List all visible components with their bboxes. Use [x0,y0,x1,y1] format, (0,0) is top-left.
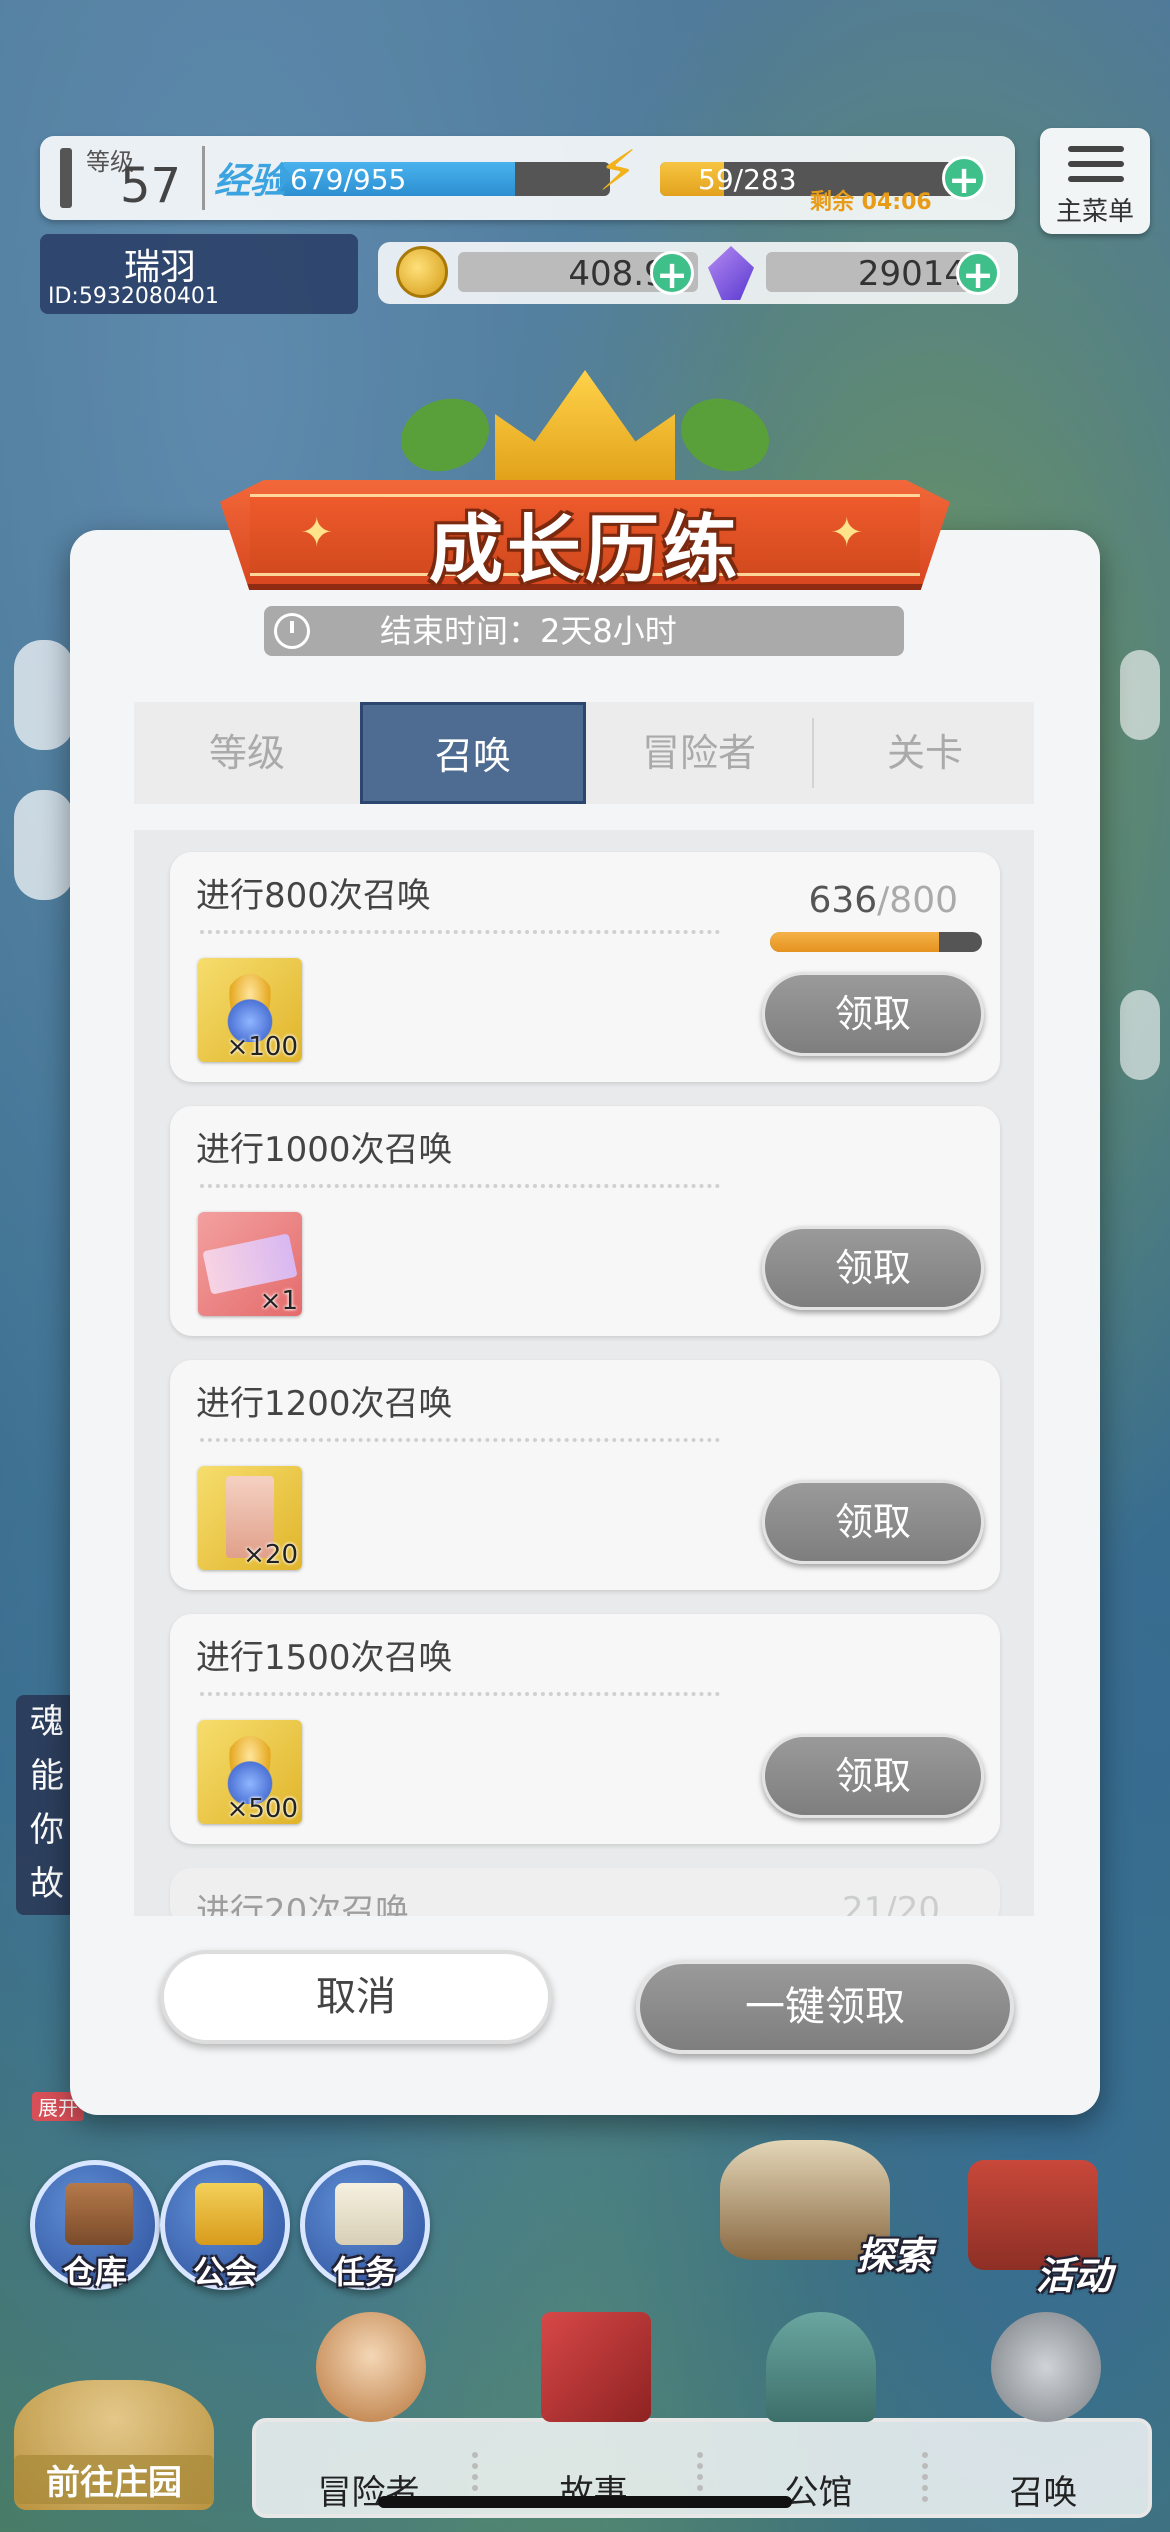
claim-button[interactable]: 领取 [762,1480,984,1564]
task-item: 进行1500次召唤 ×500 领取 [170,1614,1000,1844]
nav-divider [922,2452,928,2502]
warehouse-button[interactable]: 仓库 [30,2160,160,2291]
side-widget-right [1120,990,1160,1080]
player-nameplate[interactable]: 瑞羽 ID:5932080401 [40,234,358,314]
clock-icon [274,613,310,649]
task-progress: 21/20 [842,1890,940,1916]
quest-button[interactable]: 任务 [300,2160,430,2291]
tab-level[interactable]: 等级 [134,702,360,804]
task-item: 进行800次召唤 636/800 ×100 领取 [170,852,1000,1082]
task-title: 进行20次召唤 [196,1892,410,1916]
gold-coin-icon [396,246,448,298]
lightning-icon: ⚡ [598,139,638,204]
level-value: 57 [120,158,182,214]
reward-count: ×20 [243,1540,298,1570]
dotted-divider [200,1692,720,1696]
add-gem-button[interactable]: + [956,251,1000,296]
main-menu-button[interactable]: 主菜单 [1040,128,1150,234]
exp-value: 679/955 [290,163,407,196]
event-button[interactable]: 活动 [950,2150,1120,2300]
storybook-icon [541,2312,651,2422]
quest-scroll-icon [335,2183,403,2245]
progress-max: /800 [877,880,958,921]
cancel-button[interactable]: 取消 [160,1950,552,2044]
add-stamina-button[interactable]: + [942,156,986,201]
reward-count: ×100 [226,1032,298,1062]
nav-summon[interactable]: 召唤 [931,2312,1156,2522]
quest-label: 任务 [332,2253,397,2291]
warehouse-icon [65,2183,133,2245]
reward-count: ×500 [226,1794,298,1824]
player-id: ID:5932080401 [48,284,219,309]
event-label: 活动 [1035,2254,1112,2298]
guild-icon [195,2183,263,2245]
tab-stage[interactable]: 关卡 [812,702,1038,804]
reward-count: ×1 [259,1286,298,1316]
dialog-title-banner: ✦ ✦ 成长历练 [220,370,950,593]
tab-bar: 等级 召唤 冒险者 关卡 [134,702,1034,804]
stamina-value: 59/283 [698,163,797,196]
currency-bar: 408.9K + 29014 + [378,242,1018,304]
progress-current: 636 [808,880,878,921]
gem-value: 29014 [857,254,966,294]
explore-label: 探索 [855,2234,932,2278]
main-menu-label: 主菜单 [1055,197,1134,227]
task-progress: 636/800 [808,880,958,921]
tab-summon[interactable]: 召唤 [360,702,586,804]
task-item: 进行20次召唤 21/20 [170,1868,1000,1916]
growth-training-dialog: 结束时间：2天8小时 等级 召唤 冒险者 关卡 进行800次召唤 636/800… [70,530,1100,2115]
task-title: 进行1500次召唤 [196,1638,453,1678]
tab-adventurer[interactable]: 冒险者 [586,702,812,804]
task-item: 进行1200次召唤 ×20 领取 [170,1360,1000,1590]
task-title: 进行1200次召唤 [196,1384,453,1424]
task-item: 进行1000次召唤 ×1 领取 [170,1106,1000,1336]
guild-button[interactable]: 公会 [160,2160,290,2291]
reward-item[interactable]: ×100 [198,958,302,1062]
task-list[interactable]: 进行800次召唤 636/800 ×100 领取 进行1000次召唤 ×1 领取 [134,830,1034,1916]
guild-label: 公会 [192,2253,257,2291]
side-widget-left [14,640,74,750]
claim-button[interactable]: 领取 [762,1734,984,1818]
reward-item[interactable]: ×1 [198,1212,302,1316]
farm-label: 前往庄园 [14,2455,214,2504]
go-to-farm-button[interactable]: 前往庄园 [14,2380,214,2510]
chat-box[interactable]: 魂 能 你 故 [16,1695,76,1915]
end-time-bar: 结束时间：2天8小时 [264,606,904,656]
dialog-title: 成长历练 [429,507,741,593]
adventurer-icon [316,2312,426,2422]
add-gold-button[interactable]: + [650,251,694,296]
claim-button[interactable]: 领取 [762,1226,984,1310]
nav-label: 召唤 [1009,2473,1078,2513]
task-progress-bar [770,932,982,952]
gem-icon [708,246,754,300]
home-indicator [378,2496,792,2508]
task-title: 进行1000次召唤 [196,1130,453,1170]
level-stripe [60,148,72,208]
stamina-timer: 剩余 04:06 [810,190,932,215]
exp-label: 经验 [214,161,287,202]
nav-divider [472,2452,478,2502]
side-widget-left [14,790,74,900]
warehouse-label: 仓库 [62,2253,127,2291]
mansion-icon [766,2312,876,2422]
task-progress-fill [770,932,939,952]
explore-button[interactable]: 探索 [700,2130,940,2280]
dotted-divider [200,1438,720,1442]
task-title: 进行800次召唤 [196,876,431,916]
player-status-bar: 等级 57 经验 679/955 ⚡ 59/283 剩余 04:06 + [40,136,1015,220]
nav-divider [697,2452,703,2502]
player-name: 瑞羽 [123,247,196,288]
divider [202,146,205,210]
reward-item[interactable]: ×20 [198,1466,302,1570]
menu-icon [1068,146,1124,191]
dotted-divider [200,930,720,934]
side-widget-right [1120,650,1160,740]
reward-item[interactable]: ×500 [198,1720,302,1824]
dotted-divider [200,1184,720,1188]
summon-icon [991,2312,1101,2422]
claim-all-button[interactable]: 一键领取 [636,1960,1014,2054]
claim-button[interactable]: 领取 [762,972,984,1056]
end-time-text: 结束时间：2天8小时 [380,612,677,650]
